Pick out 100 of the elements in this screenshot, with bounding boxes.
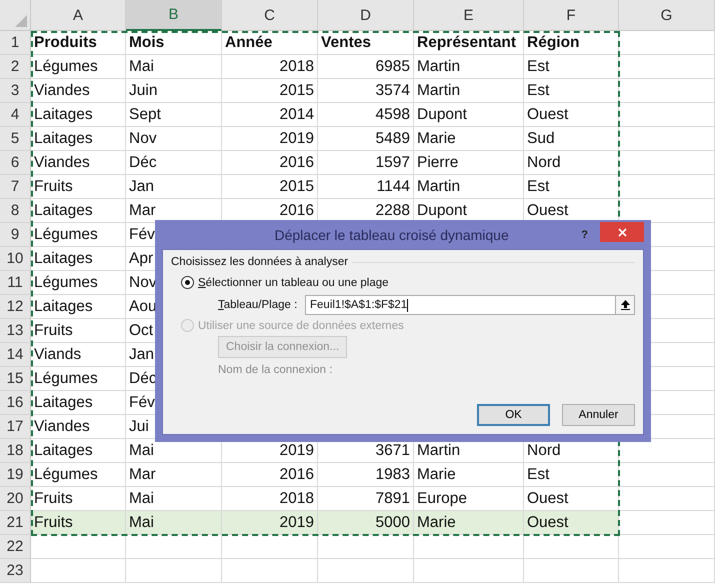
table-cell: 1983 <box>318 463 414 487</box>
table-cell: Sept <box>126 103 222 127</box>
row-header[interactable]: 11 <box>0 271 31 295</box>
row-header[interactable]: 16 <box>0 391 31 415</box>
row-header[interactable]: 20 <box>0 487 31 511</box>
table-cell: 2019 <box>222 127 318 151</box>
table-cell: Légumes <box>31 55 126 79</box>
table-cell: 4598 <box>318 103 414 127</box>
row-header[interactable]: 13 <box>0 319 31 343</box>
row-header[interactable]: 12 <box>0 295 31 319</box>
table-cell: Mai <box>126 55 222 79</box>
table-cell: Légumes <box>31 463 126 487</box>
row-header[interactable]: 14 <box>0 343 31 367</box>
table-cell: 2018 <box>222 55 318 79</box>
row-header[interactable]: 4 <box>0 103 31 127</box>
table-cell: Fruits <box>31 511 126 535</box>
column-header[interactable]: G <box>619 0 715 31</box>
table-cell: 2015 <box>222 175 318 199</box>
table-cell: 3574 <box>318 79 414 103</box>
table-cell: 6985 <box>318 55 414 79</box>
table-cell: Viandes <box>31 151 126 175</box>
table-cell: Laitages <box>31 199 126 223</box>
table-cell: Dupont <box>414 103 524 127</box>
table-cell: Légumes <box>31 223 126 247</box>
row-header[interactable]: 9 <box>0 223 31 247</box>
table-cell: Marie <box>414 463 524 487</box>
table-cell: 2014 <box>222 103 318 127</box>
column-header[interactable]: B <box>126 0 222 31</box>
row-header[interactable]: 18 <box>0 439 31 463</box>
dialog-button[interactable]: OK <box>477 404 550 426</box>
table-cell: Ouest <box>524 511 619 535</box>
table-cell: Jan <box>126 175 222 199</box>
table-cell: 2016 <box>222 151 318 175</box>
table-cell: Laitages <box>31 127 126 151</box>
row-header[interactable]: 2 <box>0 55 31 79</box>
table-cell: Martin <box>414 175 524 199</box>
table-cell: 2019 <box>222 511 318 535</box>
table-cell: Légumes <box>31 367 126 391</box>
table-cell: Représentant <box>414 31 524 55</box>
row-header[interactable]: 15 <box>0 367 31 391</box>
column-header[interactable]: A <box>31 0 126 31</box>
table-cell: Est <box>524 79 619 103</box>
table-cell: Produits <box>31 31 126 55</box>
table-cell: Viands <box>31 343 126 367</box>
table-cell: Sud <box>524 127 619 151</box>
radio-button[interactable] <box>181 276 194 289</box>
row-header[interactable]: 21 <box>0 511 31 535</box>
row-header[interactable]: 17 <box>0 415 31 439</box>
column-header[interactable]: E <box>414 0 524 31</box>
row-header[interactable]: 22 <box>0 535 31 559</box>
table-cell: Laitages <box>31 295 126 319</box>
table-cell: Viandes <box>31 415 126 439</box>
table-cell: Fruits <box>31 175 126 199</box>
table-cell: Mai <box>126 511 222 535</box>
row-header[interactable]: 3 <box>0 79 31 103</box>
column-header[interactable]: C <box>222 0 318 31</box>
help-button[interactable]: ? <box>581 228 588 240</box>
table-cell: Marie <box>414 127 524 151</box>
table-cell: Mois <box>126 31 222 55</box>
table-cell: Pierre <box>414 151 524 175</box>
table-cell: Nord <box>524 151 619 175</box>
row-header[interactable]: 6 <box>0 151 31 175</box>
table-cell: Martin <box>414 79 524 103</box>
close-button[interactable] <box>600 222 644 242</box>
row-header[interactable]: 7 <box>0 175 31 199</box>
row-header[interactable]: 1 <box>0 31 31 55</box>
row-header[interactable]: 5 <box>0 127 31 151</box>
dialog-button[interactable]: Annuler <box>562 404 635 426</box>
column-header[interactable]: F <box>524 0 619 31</box>
table-cell: 5000 <box>318 511 414 535</box>
row-header[interactable]: 8 <box>0 199 31 223</box>
table-cell: Mar <box>126 463 222 487</box>
range-input-field[interactable]: Feuil1!$A$1:$F$21 <box>305 295 615 315</box>
table-cell: Viandes <box>31 79 126 103</box>
table-cell: Laitages <box>31 391 126 415</box>
table-cell: Juin <box>126 79 222 103</box>
table-cell: Déc <box>126 151 222 175</box>
column-header[interactable]: D <box>318 0 414 31</box>
row-header[interactable]: 19 <box>0 463 31 487</box>
table-cell: Est <box>524 175 619 199</box>
table-cell: Est <box>524 55 619 79</box>
close-icon <box>618 228 626 236</box>
collapse-button[interactable] <box>615 295 635 315</box>
table-cell: Est <box>524 463 619 487</box>
table-cell: Laitages <box>31 247 126 271</box>
dialog-title: Déplacer le tableau croisé dynamique <box>274 226 510 242</box>
table-cell: 1144 <box>318 175 414 199</box>
table-cell: 1597 <box>318 151 414 175</box>
table-cell: 2016 <box>222 463 318 487</box>
table-cell: Martin <box>414 55 524 79</box>
row-header[interactable]: 10 <box>0 247 31 271</box>
table-cell: Année <box>222 31 318 55</box>
up-arrow-icon <box>620 300 630 310</box>
row-header[interactable]: 23 <box>0 559 31 583</box>
table-cell: Légumes <box>31 271 126 295</box>
table-cell: 2015 <box>222 79 318 103</box>
table-cell: Nov <box>126 127 222 151</box>
table-cell: Région <box>524 31 619 55</box>
table-cell: Ouest <box>524 103 619 127</box>
table-cell: Marie <box>414 511 524 535</box>
